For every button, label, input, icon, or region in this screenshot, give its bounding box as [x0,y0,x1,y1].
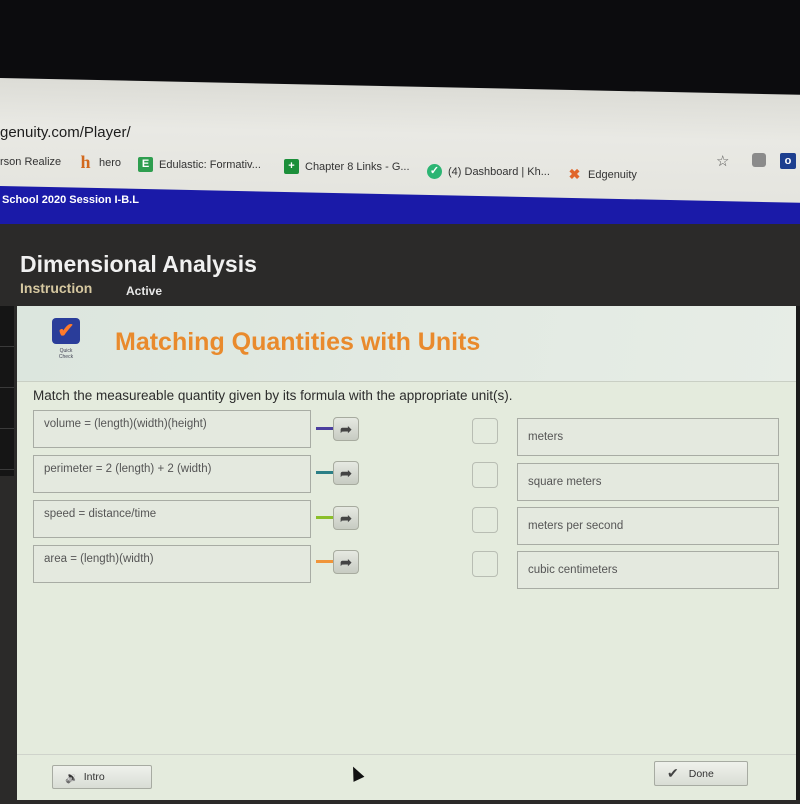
edgenuity-icon: ✖ [568,166,581,182]
bookmark-chapter-8-links[interactable]: + Chapter 8 Links - G... [284,159,410,174]
lesson-title: Dimensional Analysis [20,251,257,277]
bookmark-label: Chapter 8 Links - G... [305,160,410,173]
match-source-item[interactable]: area = (length)(width) [33,545,311,583]
rail-item[interactable] [0,388,14,429]
intro-label: Intro [83,771,105,783]
tab-instruction[interactable]: Instruction [20,280,92,296]
bookmark-pearson-realize[interactable]: rson Realize [0,156,61,168]
target-text: cubic centimeters [528,564,618,576]
drag-arrow-handle[interactable]: ➦ [333,550,359,574]
khan-academy-icon: ✓ [427,164,442,179]
source-text: perimeter = 2 (length) + 2 (width) [44,463,212,475]
drop-target[interactable] [472,462,498,488]
bookmark-hero[interactable]: h hero [78,152,122,172]
activity-title: Matching Quantities with Units [115,328,481,356]
drag-arrow-handle[interactable]: ➦ [333,506,359,530]
rail-item[interactable] [0,306,14,347]
match-source-item[interactable]: perimeter = 2 (length) + 2 (width) [33,455,311,493]
arrow-icon: ➦ [340,510,352,526]
bookmark-label: hero [99,156,122,169]
match-target-item[interactable]: meters [517,418,779,456]
bookmark-label: Edgenuity [588,168,637,181]
activity-panel: ✔ Quick Check Matching Quantities with Un… [17,306,800,800]
drop-target[interactable] [472,551,498,577]
drag-arrow-handle[interactable]: ➦ [333,461,359,485]
done-label: Done [688,767,714,780]
course-title: School 2020 Session I-B.L [2,194,139,206]
tab-active[interactable]: Active [126,284,162,298]
match-target-item[interactable]: meters per second [517,507,779,545]
arrow-icon: ➦ [340,421,352,437]
done-button[interactable]: ✔ Done [654,761,748,786]
arrow-icon: ➦ [340,465,352,481]
rail-item[interactable] [0,429,14,470]
source-text: speed = distance/time [44,508,157,520]
drop-target[interactable] [472,418,498,444]
address-bar[interactable]: genuity.com/Player/ [0,124,131,141]
quick-check-icon: ✔ [52,318,80,344]
bookmark-edgenuity[interactable]: ✖ Edgenuity [567,167,637,182]
bookmarks-bar: rson Realize h hero E Edulastic: Formati… [0,152,800,185]
quick-check-label: Quick Check [58,348,74,360]
question-prompt: Match the measureable quantity given by … [33,388,513,403]
intro-button[interactable]: 🔉 Intro [52,765,152,789]
bookmark-edulastic[interactable]: E Edulastic: Formativ... [138,157,261,172]
edulastic-icon: E [138,157,153,172]
url-text: genuity.com/Player/ [0,124,131,141]
drag-arrow-handle[interactable]: ➦ [333,417,359,441]
footer-divider [17,754,800,755]
rail-item[interactable] [0,347,14,388]
arrow-icon: ➦ [340,554,352,570]
activity-header: ✔ Quick Check Matching Quantities with Un… [17,306,800,382]
match-target-item[interactable]: cubic centimeters [517,551,779,589]
source-text: volume = (length)(width)(height) [44,418,207,430]
bookmark-label: (4) Dashboard | Kh... [448,165,550,178]
bookmark-label: Edulastic: Formativ... [159,158,261,171]
drop-target[interactable] [472,507,498,533]
side-navigation-rail[interactable] [0,306,14,476]
target-text: meters [528,431,564,443]
target-text: square meters [528,476,602,488]
match-source-item[interactable]: volume = (length)(width)(height) [33,410,311,448]
bookmark-label: rson Realize [0,156,62,168]
match-source-item[interactable]: speed = distance/time [33,500,311,538]
hero-icon: h [80,152,91,172]
source-text: area = (length)(width) [44,553,154,565]
match-target-item[interactable]: square meters [517,463,779,501]
target-text: meters per second [528,520,624,532]
google-sites-icon: + [284,159,299,174]
bookmark-khan-dashboard[interactable]: ✓ (4) Dashboard | Kh... [427,164,550,179]
speaker-icon: 🔉 [65,771,79,784]
screen-bezel [796,306,800,800]
checkmark-icon: ✔ [57,320,75,342]
checkmark-icon: ✔ [667,765,679,781]
